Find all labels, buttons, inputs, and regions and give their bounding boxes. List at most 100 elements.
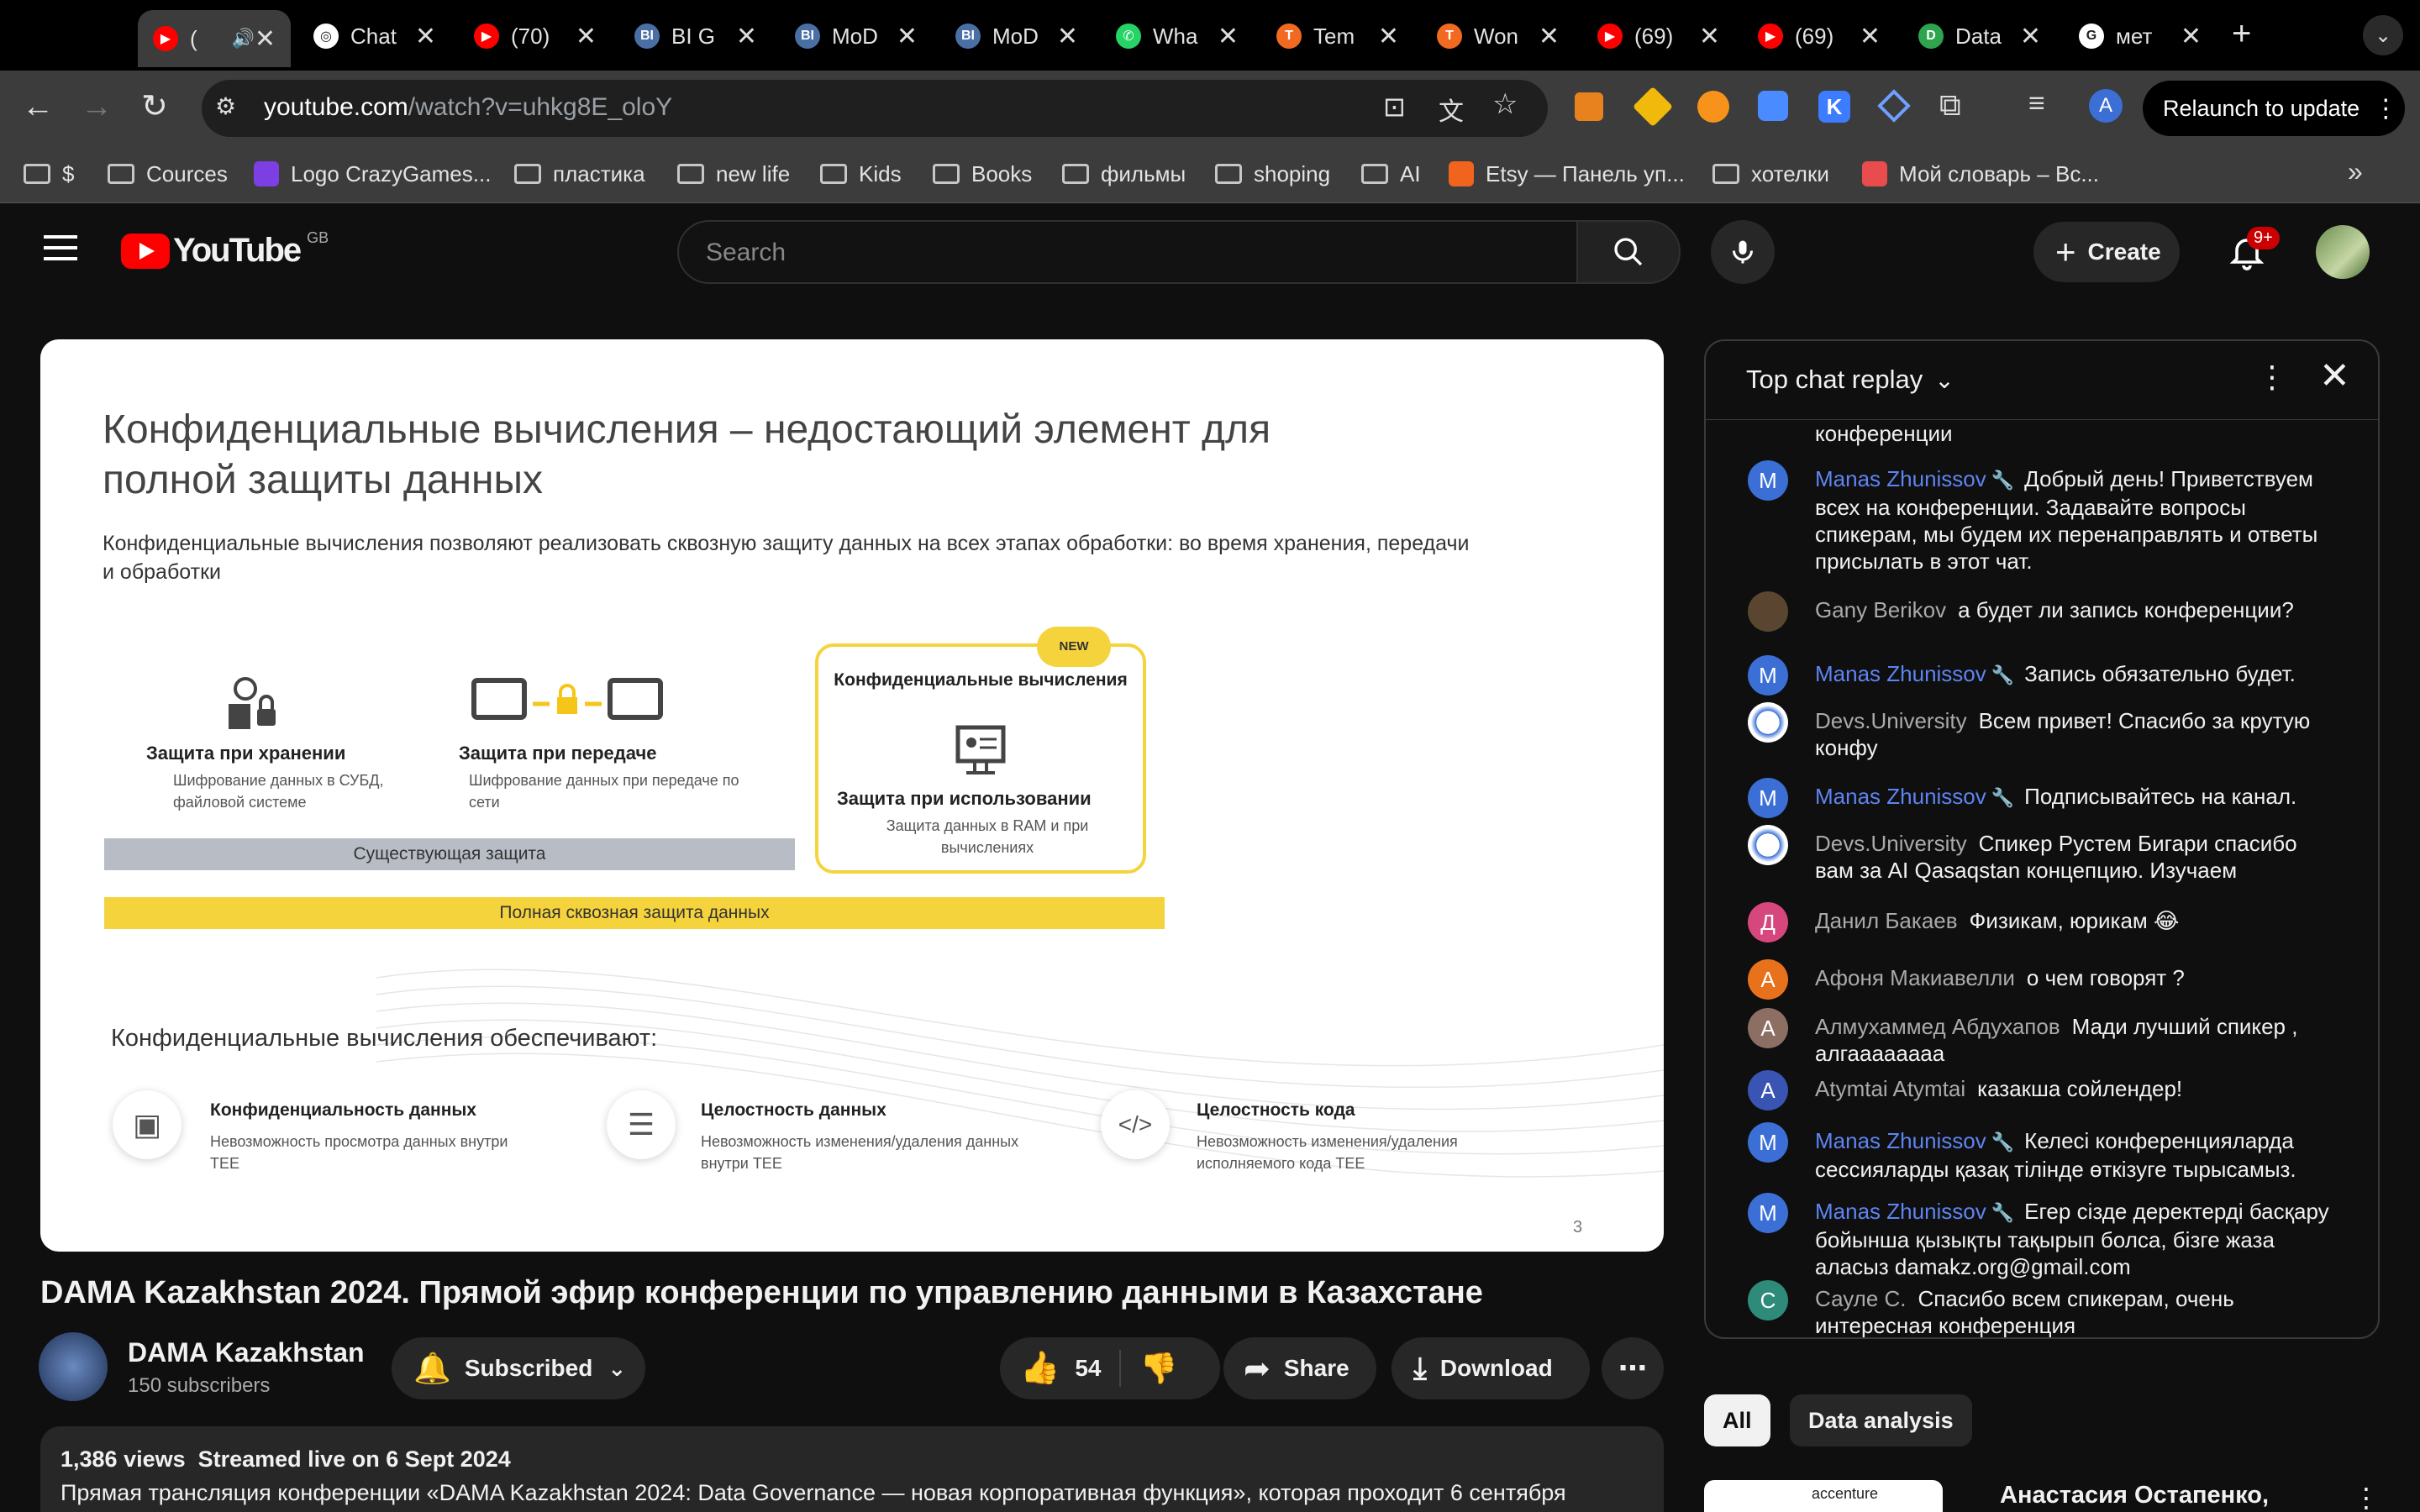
share-button[interactable]: ➦ Share bbox=[1223, 1337, 1376, 1399]
tab-close-icon[interactable]: ✕ bbox=[1699, 22, 1720, 51]
tab-close-icon[interactable]: ✕ bbox=[255, 24, 276, 54]
related-more-icon[interactable]: ⋮ bbox=[2353, 1482, 2380, 1512]
chat-avatar[interactable]: С bbox=[1748, 1280, 1788, 1320]
tab-audio-icon[interactable]: 🔊 bbox=[231, 28, 254, 50]
bookmark-star-icon[interactable]: ☆ bbox=[1492, 87, 1518, 121]
download-button[interactable]: ⤓ Download bbox=[1392, 1337, 1590, 1399]
description-box[interactable]: 1,386 views Streamed live on 6 Sept 2024… bbox=[40, 1426, 1664, 1512]
profile-avatar[interactable]: A bbox=[2089, 89, 2123, 123]
search-box[interactable]: Search bbox=[677, 220, 1578, 284]
more-actions-button[interactable]: ⋯ bbox=[1602, 1337, 1664, 1399]
extension-k-icon[interactable]: K bbox=[1818, 91, 1850, 123]
url-text[interactable]: youtube.com/watch?v=uhkg8E_oloY bbox=[264, 93, 672, 122]
bookmark-item[interactable]: Мой словарь – Вс... bbox=[1862, 156, 2099, 192]
forward-arrow-icon[interactable]: → bbox=[81, 89, 113, 125]
browser-tab[interactable]: ▶ (🔊 ✕ bbox=[138, 10, 291, 67]
extension-metamask-icon[interactable] bbox=[1575, 92, 1603, 121]
tab-close-icon[interactable]: ✕ bbox=[415, 22, 436, 51]
thumbs-down-icon[interactable]: 👎 bbox=[1139, 1351, 1177, 1386]
bookmark-item[interactable]: Logo CrazyGames... bbox=[254, 156, 491, 192]
bookmark-item[interactable]: AI bbox=[1361, 156, 1421, 192]
chat-avatar[interactable] bbox=[1748, 702, 1788, 743]
browser-tab[interactable]: BI MoD ✕ bbox=[940, 13, 1093, 59]
browser-tab[interactable]: T Won ✕ bbox=[1422, 13, 1575, 59]
browser-tab[interactable]: T Tem ✕ bbox=[1261, 13, 1414, 59]
extensions-puzzle-icon[interactable]: ⧉ bbox=[1939, 87, 1961, 123]
bookmark-item[interactable]: Books bbox=[933, 156, 1032, 192]
browser-tab[interactable]: ✆ Wha ✕ bbox=[1101, 13, 1254, 59]
browser-tab[interactable]: ◎ Chat ✕ bbox=[298, 13, 451, 59]
chat-author[interactable]: Афоня Макиавелли bbox=[1815, 965, 2015, 990]
extension-tool-icon[interactable] bbox=[1758, 91, 1788, 121]
search-button[interactable] bbox=[1576, 220, 1681, 284]
tab-close-icon[interactable]: ✕ bbox=[2181, 22, 2202, 51]
subscribed-button[interactable]: 🔔 Subscribed ⌄ bbox=[392, 1337, 645, 1399]
filter-chip-data-analysis[interactable]: Data analysis bbox=[1790, 1394, 1972, 1446]
browser-tab[interactable]: D Data ✕ bbox=[1903, 13, 2056, 59]
bookmark-item[interactable]: Cources bbox=[108, 156, 228, 192]
bookmark-item[interactable]: Etsy — Панель уп... bbox=[1449, 156, 1685, 192]
site-info-icon[interactable]: ⚙ bbox=[215, 92, 236, 120]
chat-avatar[interactable]: A bbox=[1748, 1070, 1788, 1110]
video-player[interactable]: Конфиденциальные вычисления – недостающи… bbox=[40, 339, 1664, 1252]
extension-coin-icon[interactable] bbox=[1697, 91, 1729, 123]
chat-avatar[interactable]: M bbox=[1748, 1122, 1788, 1163]
browser-tab[interactable]: ▶ (70) ✕ bbox=[459, 13, 612, 59]
bookmark-item[interactable]: хотелки bbox=[1712, 156, 1829, 192]
chat-avatar[interactable]: А bbox=[1748, 1008, 1788, 1048]
chat-author[interactable]: Manas Zhunissov bbox=[1815, 1128, 1986, 1153]
media-control-icon[interactable]: ≡ bbox=[2028, 87, 2045, 120]
tab-close-icon[interactable]: ✕ bbox=[736, 22, 757, 51]
browser-tab[interactable]: BI BI G ✕ bbox=[619, 13, 772, 59]
chat-author[interactable]: Сауле С. bbox=[1815, 1286, 1907, 1311]
bookmark-item[interactable]: фильмы bbox=[1062, 156, 1186, 192]
chat-avatar[interactable]: M bbox=[1748, 1193, 1788, 1233]
account-avatar[interactable] bbox=[2316, 225, 2370, 279]
chat-author[interactable]: Manas Zhunissov bbox=[1815, 661, 1986, 686]
relaunch-button[interactable]: Relaunch to update ⋮ bbox=[2143, 81, 2405, 136]
related-video-title[interactable]: Анастасия Остапенко, bbox=[2000, 1482, 2269, 1509]
chat-author[interactable]: Данил Бакаев bbox=[1815, 908, 1958, 933]
chat-avatar[interactable]: M bbox=[1748, 655, 1788, 696]
chat-avatar[interactable]: Д bbox=[1748, 902, 1788, 942]
chat-mode-dropdown[interactable]: Top chat replay ⌄ bbox=[1746, 365, 1954, 395]
chat-author[interactable]: Алмухаммед Абдухапов bbox=[1815, 1014, 2060, 1039]
chat-author[interactable]: Devs.University bbox=[1815, 708, 1967, 733]
back-arrow-icon[interactable]: ← bbox=[22, 89, 54, 125]
chat-author[interactable]: Atymtai Atymtai bbox=[1815, 1076, 1965, 1101]
chat-author[interactable]: Manas Zhunissov bbox=[1815, 1199, 1986, 1224]
tab-close-icon[interactable]: ✕ bbox=[1860, 22, 1881, 51]
bookmark-item[interactable]: пластика bbox=[514, 156, 645, 192]
bookmarks-overflow-icon[interactable]: » bbox=[2348, 156, 2363, 187]
tab-close-icon[interactable]: ✕ bbox=[1057, 22, 1078, 51]
related-video-thumbnail[interactable]: accenture bbox=[1704, 1480, 1943, 1512]
create-button[interactable]: + Create bbox=[2033, 222, 2180, 282]
filter-chip-all[interactable]: All bbox=[1704, 1394, 1770, 1446]
chat-more-icon[interactable]: ⋮ bbox=[2257, 360, 2287, 395]
chat-author[interactable]: Gany Berikov bbox=[1815, 597, 1946, 622]
chat-avatar[interactable] bbox=[1748, 591, 1788, 632]
like-button[interactable]: 👍 54 bbox=[1020, 1350, 1101, 1387]
channel-name[interactable]: DAMA Kazakhstan bbox=[128, 1337, 365, 1368]
chat-author[interactable]: Devs.University bbox=[1815, 831, 1967, 856]
browser-tab[interactable]: ▶ (69) ✕ bbox=[1743, 13, 1896, 59]
close-icon[interactable]: ✕ bbox=[2319, 354, 2350, 397]
reload-icon[interactable]: ↻ bbox=[141, 87, 168, 125]
tab-close-icon[interactable]: ✕ bbox=[2020, 22, 2041, 51]
tab-close-icon[interactable]: ✕ bbox=[576, 22, 597, 51]
tab-close-icon[interactable]: ✕ bbox=[897, 22, 918, 51]
youtube-logo[interactable]: YouTube GB bbox=[121, 229, 329, 270]
chat-avatar[interactable]: А bbox=[1748, 959, 1788, 1000]
channel-avatar[interactable] bbox=[39, 1332, 108, 1401]
tab-close-icon[interactable]: ✕ bbox=[1539, 22, 1560, 51]
bookmark-item[interactable]: shoping bbox=[1215, 156, 1330, 192]
voice-search-button[interactable] bbox=[1711, 220, 1775, 284]
notifications-button[interactable]: 9+ bbox=[2223, 227, 2280, 277]
browser-tab[interactable]: Gмет ✕ bbox=[2064, 13, 2217, 59]
chat-author[interactable]: Manas Zhunissov bbox=[1815, 784, 1986, 809]
menu-icon[interactable] bbox=[44, 235, 77, 260]
chat-author[interactable]: Manas Zhunissov bbox=[1815, 466, 1986, 491]
install-app-icon[interactable]: ⊡ bbox=[1383, 91, 1406, 123]
chat-avatar[interactable] bbox=[1748, 825, 1788, 865]
tab-close-icon[interactable]: ✕ bbox=[1378, 22, 1399, 51]
